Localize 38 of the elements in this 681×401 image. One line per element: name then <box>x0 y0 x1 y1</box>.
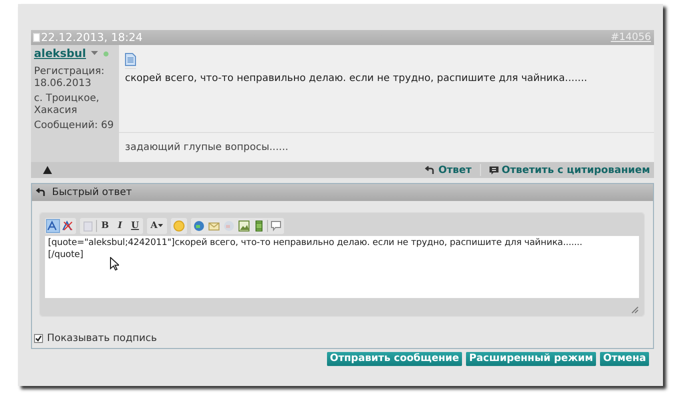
user-detail: с. Троицкое, <box>34 93 100 105</box>
remove-format-button[interactable] <box>61 219 75 233</box>
checkbox[interactable] <box>34 334 43 343</box>
font-color-button[interactable]: A <box>148 219 166 233</box>
cancel-button[interactable]: Отмена <box>600 352 649 366</box>
user-detail: 18.06.2013 <box>34 78 92 90</box>
source-mode-button[interactable] <box>46 219 60 233</box>
advanced-mode-button[interactable]: Расширенный режим <box>466 352 596 366</box>
mouse-pointer-icon <box>110 257 119 271</box>
user-detail: Регистрация: <box>34 66 106 78</box>
smiley-button[interactable] <box>172 219 186 233</box>
send-button[interactable]: Отправить сообщение <box>326 352 462 366</box>
format-button[interactable]: I <box>113 219 127 233</box>
document-icon <box>33 33 40 42</box>
reply-arrow-icon <box>36 188 46 197</box>
user-detail: Сообщений: 69 <box>34 120 115 132</box>
user-detail: Хакасия <box>34 105 78 117</box>
caret-icon <box>158 224 164 228</box>
post-date: 22.12.2013, 18:24 <box>41 31 143 44</box>
caret-icon[interactable] <box>91 51 98 56</box>
image-button[interactable] <box>237 219 251 233</box>
link-button[interactable] <box>192 219 206 233</box>
format-button[interactable]: B <box>98 219 112 233</box>
post-signature: задающий глупые вопросы...... <box>124 141 290 155</box>
panel-title: Быстрый ответ <box>52 187 132 198</box>
resize-handle-icon[interactable] <box>631 306 639 314</box>
comment-button[interactable] <box>269 219 283 233</box>
format-button[interactable]: U <box>128 219 142 233</box>
message-field[interactable]: [quote="aleksbul;4242011"]скорей всего, что-то неправильно делаю. если не трудно, распишите для чайника....... [/quote] <box>45 236 639 298</box>
document-icon <box>125 53 136 69</box>
post-message: скорей всего, что-то неправильно делаю. если не трудно, распишите для чайника....... <box>125 73 588 84</box>
username-link[interactable]: aleksbul <box>34 47 86 60</box>
reply-link[interactable]: Ответ <box>425 164 472 176</box>
checkbox-label: Показывать подпись <box>47 333 157 344</box>
speech-bubble-icon <box>488 166 499 174</box>
reply-arrow-icon <box>425 166 436 174</box>
warning-icon[interactable] <box>43 166 52 174</box>
quote-reply-link[interactable]: Ответить с цитированием <box>488 164 650 176</box>
